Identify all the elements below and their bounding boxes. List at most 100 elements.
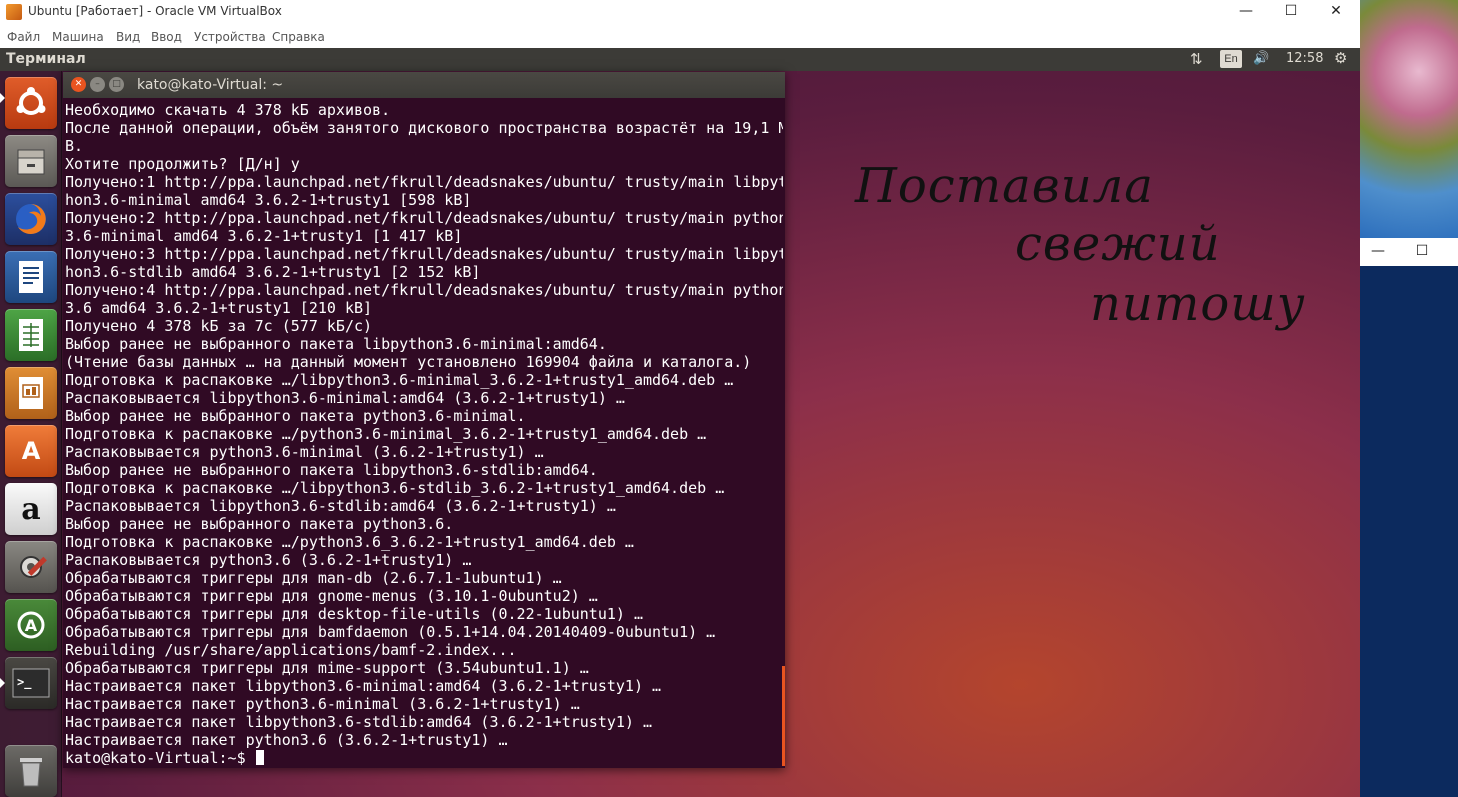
terminal-line: Настраивается пакет python3.6-minimal (3… [65,695,580,713]
vbox-titlebar: Ubuntu [Работает] - Oracle VM VirtualBox… [0,0,1360,24]
terminal-line: 3.6-minimal amd64 3.6.2-1+trusty1 [1 417… [65,227,463,245]
host-wallpaper-photo [1360,0,1458,238]
terminal-prompt-line[interactable]: kato@kato-Virtual:~$ [65,749,783,765]
terminal-line: Выбор ранее не выбранного пакета libpyth… [65,461,598,479]
host-side-minimize-button[interactable]: — [1360,240,1396,264]
software-updater-icon[interactable]: A [5,599,57,651]
ubuntu-logo-icon [5,77,57,129]
terminal-window[interactable]: ✕ – □ kato@kato-Virtual: ~ Необходимо ск… [63,72,785,768]
software-center-icon[interactable]: A [5,425,57,477]
host-side-window-body [1360,266,1458,797]
host-side-window-titlebar: — ☐ [1360,238,1458,266]
vbox-menubar: Файл Машина Вид Ввод Устройства Справка [0,24,1360,48]
files-icon[interactable] [5,135,57,187]
terminal-line: Получено:4 http://ppa.launchpad.net/fkru… [65,281,783,299]
menu-input[interactable]: Ввод [151,30,182,44]
terminal-line: Хотите продолжить? [Д/н] y [65,155,300,173]
terminal-line: Обрабатываются триггеры для gnome-menus … [65,587,598,605]
svg-text:A: A [25,616,38,635]
terminal-line: Получено:3 http://ppa.launchpad.net/fkru… [65,245,783,263]
terminal-line: Обрабатываются триггеры для man-db (2.6.… [65,569,562,587]
close-button[interactable]: ✕ [1313,0,1359,24]
running-indicator [0,93,5,103]
network-icon[interactable]: ⇅ [1190,50,1203,68]
firefox-logo-icon [5,193,57,245]
desktop-handwritten-note: Поставила свежий питошу [855,158,1315,358]
menu-view[interactable]: Вид [116,30,140,44]
terminal-minimize-button[interactable]: – [90,77,105,92]
libreoffice-writer-icon[interactable] [5,251,57,303]
terminal-line: Rebuilding /usr/share/applications/bamf-… [65,641,517,659]
note-line-1: Поставила [855,158,1154,214]
minimize-button[interactable]: — [1223,0,1269,24]
system-settings-icon[interactable] [5,541,57,593]
terminal-line: B. [65,137,84,155]
shell-prompt: kato@kato-Virtual:~$ [65,749,255,765]
terminal-maximize-button[interactable]: □ [109,77,124,92]
terminal-line: Выбор ранее не выбранного пакета python3… [65,407,526,425]
ubuntu-top-panel: Терминал ⇅ En 🔊 12:58 ⚙ [0,48,1360,71]
session-gear-icon[interactable]: ⚙ [1334,49,1347,67]
terminal-line: Необходимо скачать 4 378 kБ архивов. [65,101,391,119]
maximize-button[interactable]: ☐ [1268,0,1314,24]
terminal-line: Выбор ранее не выбранного пакета python3… [65,515,454,533]
terminal-icon[interactable]: >_ [5,657,57,709]
terminal-line: Выбор ранее не выбранного пакета libpyth… [65,335,607,353]
terminal-line: Получено:2 http://ppa.launchpad.net/fkru… [65,209,783,227]
terminal-line: Подготовка к распаковке …/libpython3.6-s… [65,479,725,497]
impress-presentation-icon [5,367,57,419]
terminal-line: (Чтение базы данных … на данный момент у… [65,353,752,371]
terminal-line: Обрабатываются триггеры для desktop-file… [65,605,643,623]
volume-icon[interactable]: 🔊 [1253,51,1269,66]
terminal-line: Обрабатываются триггеры для mime-support… [65,659,589,677]
terminal-line: Настраивается пакет libpython3.6-minimal… [65,677,662,695]
note-line-3: питошу [1090,276,1306,332]
active-app-title: Терминал [6,51,86,67]
amazon-logo-icon: a [21,491,41,527]
shopping-bag-icon: A [21,437,41,465]
menu-file[interactable]: Файл [7,30,40,44]
terminal-titlebar[interactable]: ✕ – □ kato@kato-Virtual: ~ [63,72,785,98]
libreoffice-impress-icon[interactable] [5,367,57,419]
writer-document-icon [5,251,57,303]
terminal-line: Обрабатываются триггеры для bamfdaemon (… [65,623,716,641]
terminal-scrollbar[interactable] [782,666,785,766]
terminal-line: Настраивается пакет python3.6 (3.6.2-1+t… [65,731,508,749]
firefox-icon[interactable] [5,193,57,245]
update-arrows-icon: A [5,599,57,651]
keyboard-layout-indicator[interactable]: En [1220,50,1242,68]
terminal-line: Подготовка к распаковке …/libpython3.6-m… [65,371,734,389]
trash-can-icon [5,745,57,797]
terminal-line: Получено:1 http://ppa.launchpad.net/fkru… [65,173,783,191]
running-indicator [0,678,5,688]
ubuntu-dash-icon[interactable] [5,77,57,129]
host-side-maximize-button[interactable]: ☐ [1404,240,1440,264]
terminal-line: hon3.6-minimal amd64 3.6.2-1+trusty1 [59… [65,191,472,209]
guest-screen: Терминал ⇅ En 🔊 12:58 ⚙ A a A >_ Постави… [0,48,1360,797]
terminal-line: 3.6 amd64 3.6.2-1+trusty1 [210 kB] [65,299,373,317]
terminal-line: Подготовка к распаковке …/python3.6_3.6.… [65,533,634,551]
terminal-close-button[interactable]: ✕ [71,77,86,92]
trash-icon[interactable] [5,745,57,797]
terminal-line: Настраивается пакет libpython3.6-stdlib:… [65,713,652,731]
file-cabinet-icon [5,135,57,187]
terminal-line: Подготовка к распаковке …/python3.6-mini… [65,425,707,443]
note-line-2: свежий [1015,216,1221,272]
svg-text:>_: >_ [17,675,32,690]
menu-help[interactable]: Справка [272,30,325,44]
terminal-output[interactable]: Необходимо скачать 4 378 kБ архивов. Посл… [65,101,783,765]
menu-machine[interactable]: Машина [52,30,104,44]
terminal-line: Распаковывается python3.6 (3.6.2-1+trust… [65,551,472,569]
virtualbox-app-icon [6,4,22,20]
terminal-title: kato@kato-Virtual: ~ [137,77,284,93]
clock[interactable]: 12:58 [1286,51,1323,66]
menu-devices[interactable]: Устройства [194,30,266,44]
terminal-line: hon3.6-stdlib amd64 3.6.2-1+trusty1 [2 1… [65,263,481,281]
libreoffice-calc-icon[interactable] [5,309,57,361]
amazon-icon[interactable]: a [5,483,57,535]
terminal-line: Распаковывается python3.6-minimal (3.6.2… [65,443,544,461]
terminal-line: Распаковывается libpython3.6-stdlib:amd6… [65,497,616,515]
text-cursor [255,750,264,765]
terminal-line: Получено 4 378 kБ за 7c (577 kБ/c) [65,317,373,335]
unity-launcher: A a A >_ [0,71,62,797]
